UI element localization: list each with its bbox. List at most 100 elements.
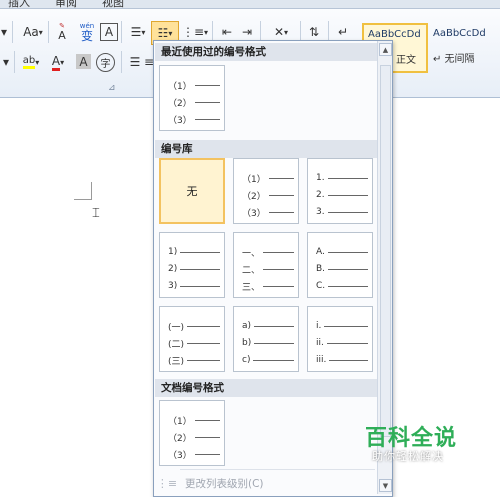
sort-button[interactable]: ⇅ bbox=[304, 23, 324, 41]
numbering-label: A. bbox=[316, 247, 325, 257]
page-corner-mark bbox=[91, 182, 92, 200]
watermark-subtitle: 助你轻松解决 bbox=[372, 450, 444, 463]
clear-format-glyph: A bbox=[58, 29, 66, 42]
preview-line bbox=[268, 211, 294, 213]
tab-insert[interactable]: 插入 bbox=[8, 0, 30, 8]
text-effects-button[interactable]: ▾ bbox=[0, 53, 12, 71]
numbering-preview-row: （2） bbox=[168, 96, 222, 109]
ribbon-tab-bar: 插入 审阅 视图 bbox=[0, 0, 500, 9]
style-no-spacing[interactable]: AaBbCcDd ↵ 无间隔 bbox=[428, 23, 492, 71]
numbering-label: (三) bbox=[168, 356, 185, 367]
tab-review[interactable]: 审阅 bbox=[55, 0, 77, 8]
numbering-label: （3） bbox=[168, 450, 192, 461]
change-list-level-item[interactable]: ⋮≡ 更改列表级别(C) bbox=[155, 472, 377, 494]
numbering-label: （2） bbox=[168, 433, 192, 444]
change-list-level-icon: ⋮≡ bbox=[156, 476, 178, 490]
font-color-button[interactable]: A ▾ bbox=[46, 53, 70, 71]
chevron-up-icon: ▲ bbox=[382, 45, 389, 54]
chevron-down-icon: ▼ bbox=[382, 481, 389, 490]
numbering-label: B. bbox=[316, 264, 326, 274]
numbering-preview-row: （3） bbox=[168, 448, 222, 461]
numbering-format-tile[interactable]: 1) 2) 3) bbox=[159, 232, 225, 298]
numbering-format-tile[interactable]: i. ii. iii. bbox=[307, 306, 373, 372]
decrease-indent-button[interactable]: ⇤ bbox=[218, 23, 236, 41]
preview-line bbox=[268, 194, 294, 196]
numbering-preview-row: A. bbox=[316, 246, 370, 258]
paragraph-mark-icon: ↵ bbox=[337, 25, 349, 39]
numbering-preview-row: （1） bbox=[168, 414, 222, 427]
align-center-button[interactable]: ≡ bbox=[144, 53, 154, 71]
numbering-format-tile[interactable]: （1） （2） （3） bbox=[159, 65, 225, 131]
numbering-library-header: 编号库 bbox=[155, 140, 383, 158]
numbering-preview-row: ii. bbox=[316, 337, 370, 349]
preview-line bbox=[187, 325, 220, 327]
numbering-preview-row: 1. bbox=[316, 172, 370, 184]
ribbon-separator bbox=[12, 21, 13, 43]
font-dialog-launcher-icon[interactable]: ⊿ bbox=[108, 83, 116, 93]
numbering-format-tile[interactable]: a) b) c) bbox=[233, 306, 299, 372]
increase-indent-button[interactable]: ⇥ bbox=[238, 23, 256, 41]
numbering-label: （1） bbox=[168, 81, 192, 92]
recent-formats-header: 最近使用过的编号格式 bbox=[155, 43, 383, 61]
numbering-label: (一) bbox=[168, 322, 185, 333]
numbering-preview-row: 2) bbox=[168, 263, 222, 275]
numbering-preview-row: 3. bbox=[316, 206, 370, 218]
numbering-preview-row: 二、 bbox=[242, 263, 296, 276]
show-marks-button[interactable]: ↵ bbox=[334, 23, 352, 41]
preview-line bbox=[194, 101, 220, 103]
numbering-preview-row: （3） bbox=[168, 113, 222, 126]
numbering-label: ii. bbox=[316, 338, 324, 348]
preview-line bbox=[326, 342, 368, 344]
tab-view[interactable]: 视图 bbox=[102, 0, 124, 8]
enclose-characters-button[interactable]: 字 bbox=[96, 53, 115, 72]
preview-line bbox=[327, 177, 368, 179]
preview-line bbox=[194, 84, 220, 86]
chevron-down-icon: ▾ bbox=[204, 27, 209, 37]
numbering-preview-row: iii. bbox=[316, 354, 370, 366]
scroll-up-button[interactable]: ▲ bbox=[379, 43, 392, 56]
chinese-layout-button[interactable]: ✕ ▾ bbox=[266, 23, 296, 41]
numbering-format-tile[interactable]: A. B. C. bbox=[307, 232, 373, 298]
style-normal-preview: AaBbCcDd bbox=[368, 29, 421, 40]
preview-line bbox=[194, 453, 220, 455]
numbering-format-tile[interactable]: （1） （2） （3） bbox=[159, 400, 225, 466]
ribbon-separator bbox=[121, 21, 122, 43]
numbering-label: C. bbox=[316, 281, 326, 291]
scroll-down-button[interactable]: ▼ bbox=[379, 479, 392, 492]
chevron-down-icon: ▾ bbox=[60, 57, 65, 67]
multilevel-list-button[interactable]: ⋮≡ ▾ bbox=[182, 23, 208, 41]
preview-line bbox=[194, 118, 220, 120]
character-border-button[interactable]: A bbox=[100, 23, 118, 41]
watermark-logo: 百科全说 助你轻松解决 bbox=[362, 420, 498, 466]
numbering-format-tile[interactable]: （1） （2） （3） bbox=[233, 158, 299, 224]
numbering-label: b) bbox=[242, 338, 252, 348]
increase-indent-icon: ⇥ bbox=[241, 25, 253, 39]
character-shading-button[interactable]: A bbox=[76, 54, 91, 69]
highlight-glyph: ab bbox=[22, 55, 36, 69]
character-border-glyph: A bbox=[104, 25, 114, 39]
change-case-button[interactable]: Aa ▾ bbox=[20, 23, 46, 41]
numbering-format-tile[interactable]: 一、 二、 三、 bbox=[233, 232, 299, 298]
clear-formatting-button[interactable]: ✎ A bbox=[52, 21, 72, 43]
scroll-thumb[interactable] bbox=[380, 65, 391, 437]
numbering-preview-row: （2） bbox=[242, 189, 296, 202]
preview-line bbox=[328, 285, 368, 287]
chevron-down-icon: ▾ bbox=[2, 55, 10, 69]
numbering-none-tile[interactable]: 无 bbox=[159, 158, 225, 224]
phonetic-guide-button[interactable]: wén 变 bbox=[76, 21, 98, 43]
pinyin-char: 变 bbox=[80, 28, 93, 43]
preview-line bbox=[328, 268, 368, 270]
numbering-label: （1） bbox=[168, 416, 192, 427]
numbering-format-tile[interactable]: (一) (二) (三) bbox=[159, 306, 225, 372]
style-no-spacing-name: ↵ 无间隔 bbox=[433, 54, 475, 65]
numbering-format-tile[interactable]: 1. 2. 3. bbox=[307, 158, 373, 224]
numbering-label: 3) bbox=[168, 281, 178, 291]
sort-icon: ⇅ bbox=[308, 25, 320, 39]
numbering-preview-row: （1） bbox=[168, 79, 222, 92]
preview-line bbox=[263, 268, 294, 270]
text-highlight-button[interactable]: ab ▾ bbox=[18, 53, 44, 71]
font-size-dropdown-arrow[interactable]: ▾ bbox=[0, 23, 8, 41]
bullets-button[interactable]: ☰ ▾ bbox=[126, 23, 150, 41]
align-left-button[interactable]: ☰ bbox=[126, 53, 144, 71]
preview-line bbox=[327, 251, 368, 253]
